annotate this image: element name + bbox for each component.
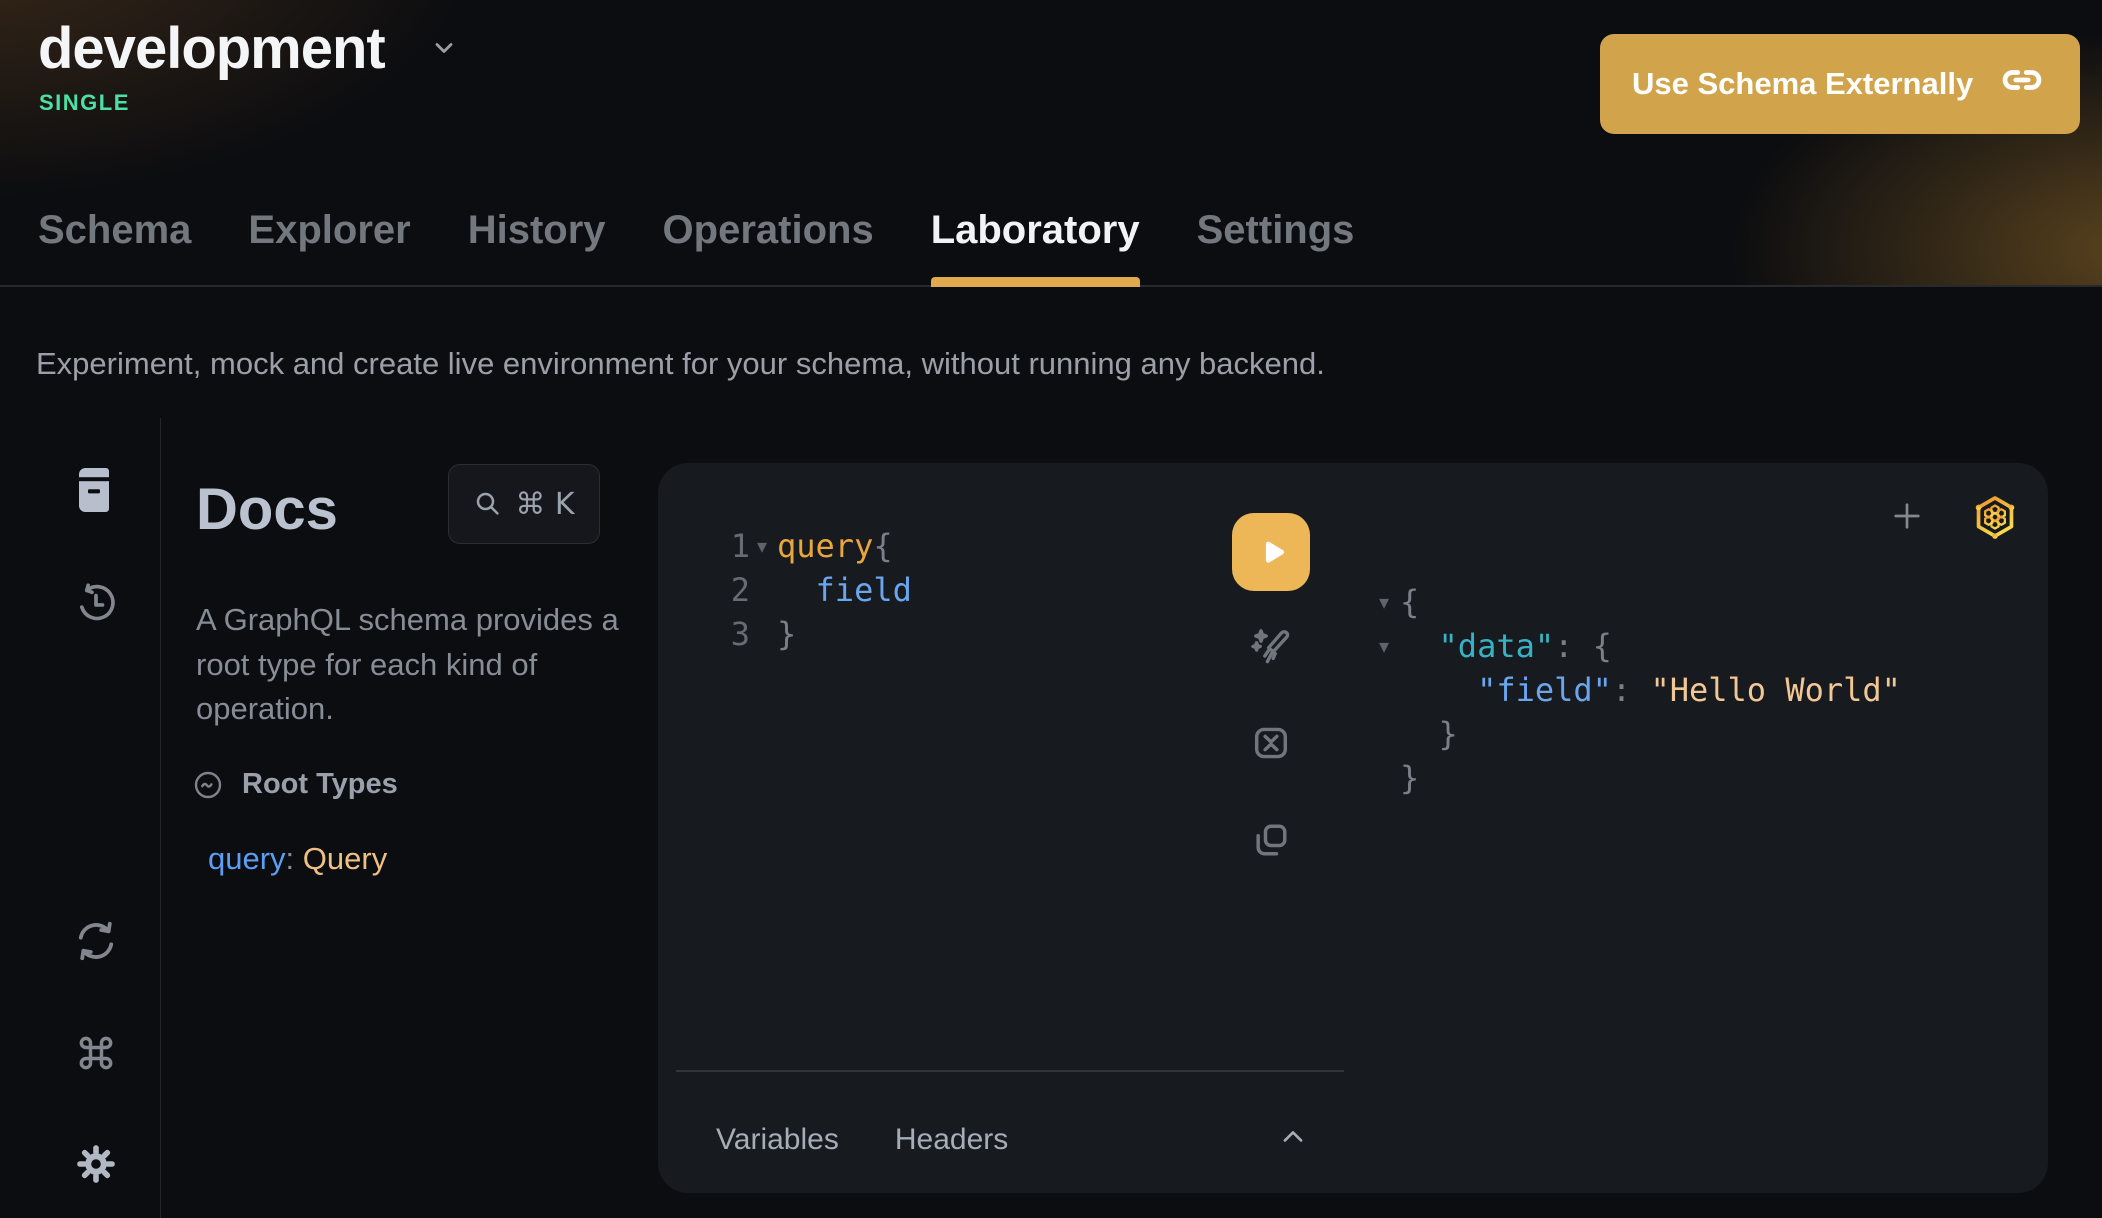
link-icon bbox=[1996, 60, 2048, 108]
chevron-down-icon bbox=[429, 36, 459, 65]
copy-icon bbox=[1249, 850, 1293, 865]
response-text: } bbox=[1400, 712, 1458, 756]
page-title: development bbox=[38, 20, 385, 78]
search-icon bbox=[473, 489, 503, 519]
docs-sidebar-button[interactable] bbox=[74, 466, 114, 514]
nav-tabs: Schema Explorer History Operations Labor… bbox=[38, 200, 1354, 287]
search-shortcut-label: ⌘ K bbox=[515, 487, 574, 522]
project-type-badge: SINGLE bbox=[39, 90, 130, 116]
root-types-icon bbox=[192, 769, 224, 801]
laboratory-panel: 1▾query{2 field3} bbox=[658, 463, 2048, 1193]
execute-query-button[interactable] bbox=[1232, 513, 1310, 591]
line-number: 1 bbox=[728, 524, 750, 568]
response-text: { bbox=[1400, 580, 1419, 624]
code-text: query{ bbox=[777, 524, 893, 568]
tab-schema[interactable]: Schema bbox=[38, 200, 191, 287]
root-type-field-name: query bbox=[208, 841, 286, 876]
fold-spacer bbox=[750, 568, 774, 612]
code-text: field bbox=[777, 568, 912, 612]
fold-toggle-icon[interactable]: ▾ bbox=[750, 524, 774, 568]
tab-variables[interactable]: Variables bbox=[716, 1123, 839, 1157]
plus-icon bbox=[1889, 522, 1925, 537]
line-number: 3 bbox=[728, 612, 750, 656]
command-icon bbox=[74, 1063, 118, 1078]
header: development SINGLE Use Schema Externally… bbox=[0, 0, 2102, 287]
gear-icon bbox=[72, 1176, 120, 1191]
tab-headers[interactable]: Headers bbox=[895, 1123, 1008, 1157]
settings-sidebar-button[interactable] bbox=[72, 1140, 120, 1188]
fold-spacer bbox=[1372, 712, 1396, 756]
fold-spacer bbox=[1372, 668, 1396, 712]
use-schema-button-label: Use Schema Externally bbox=[1632, 66, 1973, 102]
page-subtitle: Experiment, mock and create live environ… bbox=[36, 346, 1325, 382]
history-sidebar-button[interactable] bbox=[73, 581, 119, 627]
use-schema-externally-button[interactable]: Use Schema Externally bbox=[1600, 34, 2080, 134]
fold-toggle-icon[interactable]: ▾ bbox=[1372, 624, 1396, 668]
response-line: } bbox=[1372, 712, 1901, 756]
query-editor[interactable]: 1▾query{2 field3} bbox=[728, 524, 912, 656]
docs-title: Docs bbox=[196, 476, 338, 543]
editor-footer-divider bbox=[676, 1070, 1344, 1072]
root-type-query-link[interactable]: query: Query bbox=[208, 841, 387, 877]
response-line: } bbox=[1372, 756, 1901, 800]
code-line: 1▾query{ bbox=[728, 524, 912, 568]
code-line: 2 field bbox=[728, 568, 912, 612]
tab-settings[interactable]: Settings bbox=[1197, 200, 1355, 287]
book-icon bbox=[74, 502, 114, 517]
chevron-up-icon bbox=[1278, 1137, 1308, 1152]
project-selector[interactable]: development bbox=[38, 20, 459, 78]
docs-search-button[interactable]: ⌘ K bbox=[448, 464, 600, 544]
response-viewer: ▾{▾ "data": { "field": "Hello World" }} bbox=[1372, 580, 1901, 800]
fold-spacer bbox=[1372, 756, 1396, 800]
graphql-hive-laboratory-app: development SINGLE Use Schema Externally… bbox=[0, 0, 2102, 1218]
response-text: "data": { bbox=[1400, 624, 1612, 668]
play-icon bbox=[1252, 533, 1290, 571]
prettify-button[interactable] bbox=[1247, 624, 1295, 672]
root-types-header: Root Types bbox=[192, 768, 398, 801]
prettify-wand-icon bbox=[1247, 660, 1295, 675]
editor-footer-tabs: Variables Headers bbox=[716, 1123, 1008, 1157]
code-line: 3} bbox=[728, 612, 912, 656]
refresh-icon bbox=[72, 953, 120, 968]
copy-query-button[interactable] bbox=[1249, 818, 1293, 862]
response-line: ▾{ bbox=[1372, 580, 1901, 624]
code-text: } bbox=[777, 612, 796, 656]
fold-toggle-icon[interactable]: ▾ bbox=[1372, 580, 1396, 624]
response-line: ▾ "data": { bbox=[1372, 624, 1901, 668]
collapse-footer-button[interactable] bbox=[1278, 1125, 1308, 1149]
response-text: } bbox=[1400, 756, 1419, 800]
add-tab-button[interactable] bbox=[1889, 498, 1925, 534]
response-text: "field": "Hello World" bbox=[1400, 668, 1901, 712]
tab-laboratory[interactable]: Laboratory bbox=[931, 200, 1140, 287]
line-number: 2 bbox=[728, 568, 750, 612]
sidebar-divider bbox=[160, 418, 161, 1218]
tab-explorer[interactable]: Explorer bbox=[248, 200, 410, 287]
hive-logo[interactable] bbox=[1969, 491, 2021, 543]
refetch-schema-button[interactable] bbox=[72, 917, 120, 965]
response-line: "field": "Hello World" bbox=[1372, 668, 1901, 712]
tab-history[interactable]: History bbox=[468, 200, 606, 287]
root-types-label: Root Types bbox=[242, 768, 398, 801]
merge-icon bbox=[1249, 753, 1293, 768]
root-type-type-link[interactable]: Query bbox=[303, 841, 387, 876]
fold-spacer bbox=[750, 612, 774, 656]
root-type-separator: : bbox=[286, 841, 303, 876]
merge-fragments-button[interactable] bbox=[1249, 721, 1293, 765]
history-icon bbox=[73, 615, 119, 630]
shortcuts-button[interactable] bbox=[74, 1031, 118, 1075]
tab-operations[interactable]: Operations bbox=[663, 200, 874, 287]
docs-description: A GraphQL schema provides a root type fo… bbox=[196, 598, 632, 732]
